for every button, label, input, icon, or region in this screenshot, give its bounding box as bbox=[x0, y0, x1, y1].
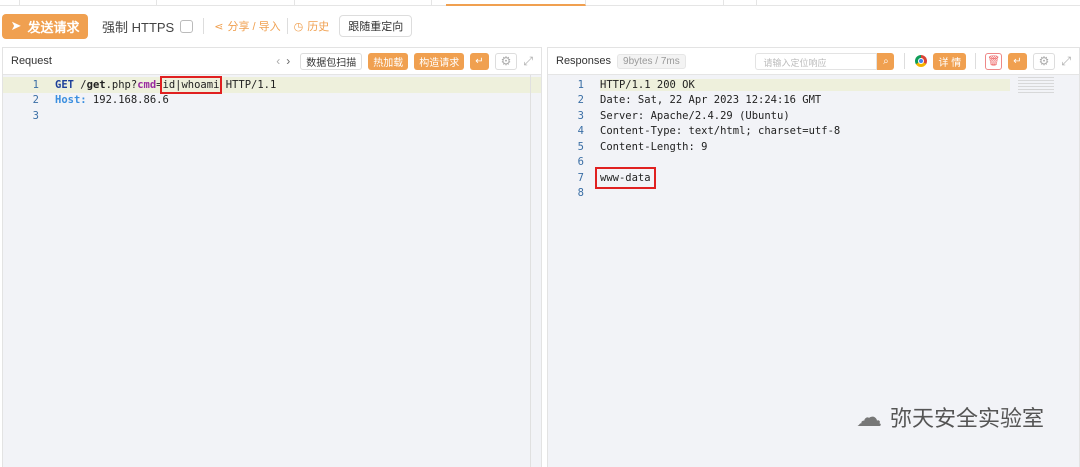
line-content: GET /get.php?cmd=id|whoami HTTP/1.1 bbox=[55, 75, 277, 94]
response-editor[interactable]: 1 HTTP/1.1 200 OK 2 Date: Sat, 22 Apr 2023… bbox=[548, 75, 1079, 201]
line-number: 1 bbox=[577, 78, 584, 91]
gear-icon[interactable]: ⚙ bbox=[494, 52, 518, 70]
highlighted-param-value: id|whoami bbox=[159, 75, 223, 94]
line-content: Content-Type: text/html; charset=utf-8 bbox=[600, 125, 841, 138]
response-title: Responses bbox=[556, 55, 612, 67]
wechat-icon: ☁ bbox=[855, 401, 882, 432]
chevron-left-icon[interactable]: ‹ bbox=[276, 54, 280, 68]
header-key: Host: bbox=[55, 94, 87, 107]
line-content: HTTP/1.1 200 OK bbox=[600, 78, 1010, 91]
divider bbox=[203, 18, 205, 34]
packet-scan-button[interactable]: 数据包扫描 bbox=[300, 52, 363, 70]
detail-button[interactable]: 详 情 bbox=[933, 52, 967, 70]
line-content: Server: Apache/2.4.29 (Ubuntu) bbox=[600, 109, 790, 122]
divider bbox=[286, 18, 288, 34]
response-meta-badge: 9bytes / 7ms bbox=[617, 53, 686, 69]
watermark-text: 弥天安全实验室 bbox=[889, 406, 1044, 431]
line-number: 2 bbox=[32, 94, 39, 107]
path: get bbox=[86, 78, 106, 91]
code-line: 3 bbox=[3, 108, 541, 124]
code-line: 1 GET /get.php?cmd=id|whoami HTTP/1.1 bbox=[3, 75, 541, 94]
response-search: 请输入定位响应 ⌕ bbox=[755, 52, 895, 70]
search-input[interactable]: 请输入定位响应 bbox=[755, 52, 878, 70]
force-https-toggle[interactable]: 强制 HTTPS bbox=[102, 17, 194, 36]
code-line: 5 Content-Length: 9 bbox=[548, 139, 1079, 155]
share-label: 分享 / 导入 bbox=[227, 21, 281, 33]
highlighted-response-body: www-data bbox=[595, 166, 656, 189]
fullscreen-icon[interactable]: ⤢ bbox=[1061, 54, 1071, 69]
tab[interactable] bbox=[157, 0, 295, 6]
code-line: 2 Date: Sat, 22 Apr 2023 12:24:16 GMT bbox=[548, 93, 1079, 109]
force-https-checkbox[interactable] bbox=[180, 19, 194, 33]
request-panel: Request ‹ › 数据包扫描 热加载 构造请求 ↵ ⚙ ⤢ 1 GET /g… bbox=[2, 47, 542, 467]
minimap[interactable] bbox=[1018, 75, 1054, 95]
code-line: 1 HTTP/1.1 200 OK bbox=[548, 77, 1079, 93]
line-number: 2 bbox=[577, 94, 584, 107]
clock-icon: ◷ bbox=[293, 20, 304, 33]
tab-active[interactable] bbox=[446, 0, 586, 6]
line-number: 3 bbox=[577, 109, 584, 122]
line-number: 5 bbox=[577, 140, 584, 153]
follow-redirect-button[interactable]: 跟随重定向 bbox=[339, 15, 413, 37]
send-icon: ➤ bbox=[10, 18, 22, 33]
request-header: Request ‹ › 数据包扫描 热加载 构造请求 ↵ ⚙ ⤢ bbox=[3, 48, 541, 75]
response-header: Responses 9bytes / 7ms 请输入定位响应 ⌕ 详 情 🗑 ↵ … bbox=[548, 48, 1079, 75]
chrome-icon[interactable] bbox=[915, 55, 928, 67]
tab[interactable] bbox=[0, 0, 20, 6]
tab[interactable] bbox=[20, 0, 157, 6]
share-icon: ⋖ bbox=[214, 20, 224, 33]
tab[interactable] bbox=[724, 0, 757, 6]
tab-strip bbox=[0, 0, 1080, 6]
force-https-label: 强制 HTTPS bbox=[102, 19, 175, 35]
word-wrap-icon[interactable]: ↵ bbox=[1008, 52, 1027, 70]
path: / bbox=[73, 78, 87, 91]
scrollbar-track[interactable] bbox=[530, 75, 531, 467]
line-number: 7 bbox=[577, 171, 584, 184]
request-title: Request bbox=[11, 55, 52, 67]
send-request-button[interactable]: ➤ 发送请求 bbox=[2, 13, 88, 39]
code-line: 6 bbox=[548, 155, 1079, 171]
method: GET bbox=[55, 78, 74, 91]
send-label: 发送请求 bbox=[27, 19, 80, 35]
code-line: 7 www-data bbox=[548, 166, 1079, 189]
hot-load-button[interactable]: 热加载 bbox=[368, 52, 409, 70]
code-line: 2 Host: 192.168.86.6 bbox=[3, 93, 541, 109]
code-line: 8 bbox=[548, 186, 1079, 202]
request-editor[interactable]: 1 GET /get.php?cmd=id|whoami HTTP/1.1 2 Ho… bbox=[3, 75, 541, 124]
gear-icon[interactable]: ⚙ bbox=[1032, 52, 1056, 70]
toolbar: ➤ 发送请求 强制 HTTPS ⋖ 分享 / 导入 ◷ 历史 跟随重定向 bbox=[0, 13, 413, 39]
history-label: 历史 bbox=[307, 21, 330, 33]
line-content: Date: Sat, 22 Apr 2023 12:24:16 GMT bbox=[600, 94, 822, 107]
line-number: 6 bbox=[577, 156, 584, 169]
code-line: 3 Server: Apache/2.4.29 (Ubuntu) bbox=[548, 108, 1079, 124]
equals: = bbox=[156, 78, 163, 91]
protocol: HTTP/1.1 bbox=[219, 78, 277, 91]
line-number: 1 bbox=[32, 78, 39, 91]
tab[interactable] bbox=[295, 0, 432, 6]
share-import-button[interactable]: ⋖ 分享 / 导入 bbox=[214, 18, 280, 34]
line-number: 4 bbox=[577, 125, 584, 138]
trash-icon[interactable]: 🗑 bbox=[985, 52, 1003, 70]
fullscreen-icon[interactable]: ⤢ bbox=[523, 54, 533, 69]
watermark: ☁ 弥天安全实验室 bbox=[856, 401, 1044, 433]
build-request-button[interactable]: 构造请求 bbox=[414, 52, 465, 70]
param-name: cmd bbox=[137, 78, 157, 91]
search-icon[interactable]: ⌕ bbox=[877, 52, 895, 70]
line-number: 3 bbox=[32, 109, 39, 122]
history-button[interactable]: ◷ 历史 bbox=[294, 18, 330, 34]
header-value: 192.168.86.6 bbox=[86, 94, 169, 107]
divider bbox=[975, 53, 977, 69]
tab[interactable] bbox=[586, 0, 724, 6]
line-content: Host: 192.168.86.6 bbox=[55, 94, 169, 106]
path: .php? bbox=[105, 78, 138, 91]
line-number: 8 bbox=[577, 187, 584, 200]
code-line: 4 Content-Type: text/html; charset=utf-8 bbox=[548, 124, 1079, 140]
word-wrap-icon[interactable]: ↵ bbox=[470, 52, 489, 70]
divider bbox=[904, 53, 906, 69]
chevron-right-icon[interactable]: › bbox=[286, 54, 290, 68]
line-content: Content-Length: 9 bbox=[600, 140, 708, 153]
